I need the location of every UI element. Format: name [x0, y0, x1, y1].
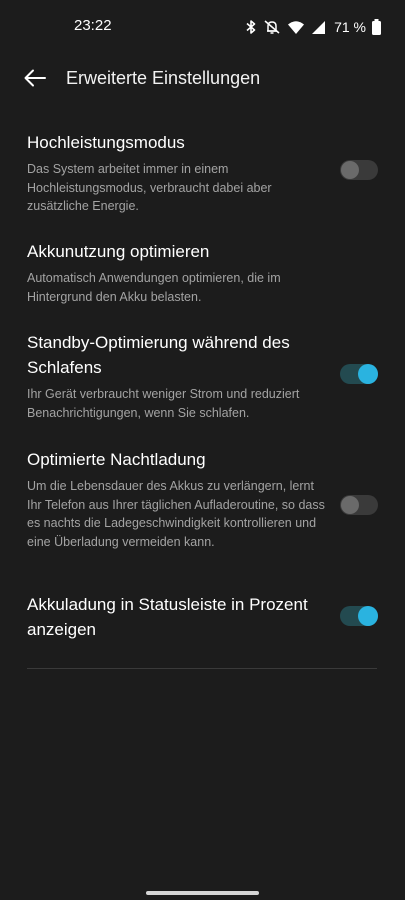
page-title: Erweiterte Einstellungen [66, 68, 261, 88]
bluetooth-icon [245, 19, 257, 35]
setting-title: Akkunutzung optimieren [27, 242, 210, 261]
setting-title: Hochleistungsmodus [27, 133, 185, 152]
toggle-knob [341, 496, 359, 514]
setting-optimize-battery-usage[interactable]: Akkunutzung optimieren Automatisch Anwen… [0, 239, 405, 305]
sleep-standby-optimization-toggle[interactable] [340, 364, 378, 384]
setting-description: Automatisch Anwendungen optimieren, die … [27, 271, 281, 304]
home-indicator[interactable] [146, 891, 259, 895]
wifi-icon [287, 20, 305, 35]
setting-optimized-night-charging[interactable]: Optimierte Nachtladung Um die Lebensdaue… [0, 447, 405, 567]
app-bar: Erweiterte Einstellungen [0, 52, 405, 108]
status-time: 23:22 [74, 17, 112, 34]
setting-title: Akkuladung in Statusleiste in Prozent an… [27, 595, 308, 639]
cell-signal-icon [311, 20, 326, 35]
setting-sleep-standby-optimization[interactable]: Standby-Optimierung während des Schlafen… [0, 330, 405, 422]
battery-icon [372, 19, 381, 35]
back-button[interactable] [18, 64, 52, 96]
battery-percent: 71 % [334, 19, 366, 35]
muted-bell-icon [263, 19, 281, 35]
optimized-night-charging-toggle[interactable] [340, 495, 378, 515]
setting-description: Das System arbeitet immer in einem Hochl… [27, 162, 272, 213]
setting-title: Optimierte Nachtladung [27, 450, 206, 469]
arrow-left-icon [24, 69, 46, 92]
setting-description: Ihr Gerät verbraucht weniger Strom und r… [27, 387, 300, 420]
status-bar: 23:22 71 % [0, 0, 405, 52]
toggle-knob [358, 606, 378, 626]
status-icons: 71 % [245, 17, 381, 37]
high-performance-mode-toggle[interactable] [340, 160, 378, 180]
setting-battery-percentage-in-status-bar[interactable]: Akkuladung in Statusleiste in Prozent an… [0, 592, 405, 644]
battery-percentage-toggle[interactable] [340, 606, 378, 626]
divider [27, 668, 377, 669]
setting-high-performance-mode[interactable]: Hochleistungsmodus Das System arbeitet i… [0, 130, 405, 216]
setting-description: Um die Lebensdauer des Akkus zu verlänge… [27, 479, 325, 549]
toggle-knob [341, 161, 359, 179]
setting-title: Standby-Optimierung während des Schlafen… [27, 333, 290, 377]
toggle-knob [358, 364, 378, 384]
